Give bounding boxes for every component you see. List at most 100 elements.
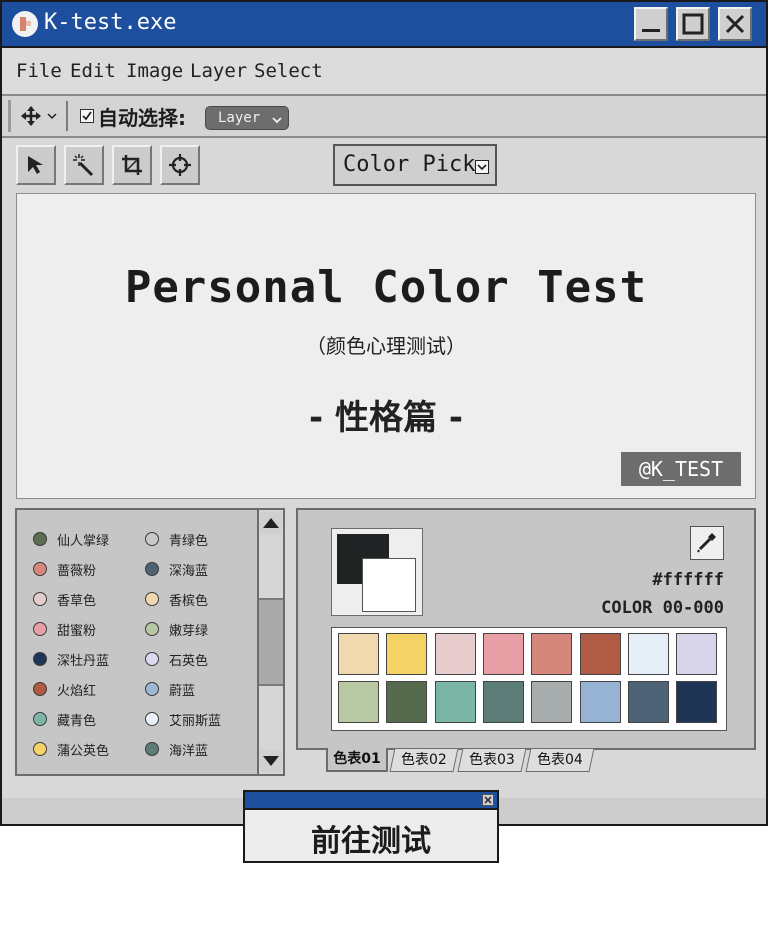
minimize-button[interactable] xyxy=(634,7,668,41)
dialog-close-button[interactable] xyxy=(482,794,494,806)
background-color-swatch[interactable] xyxy=(362,558,416,612)
scroll-thumb[interactable] xyxy=(259,598,283,686)
close-icon xyxy=(484,796,492,804)
menu-image[interactable]: Image xyxy=(126,60,183,82)
color-swatch[interactable] xyxy=(386,681,428,723)
color-swatch[interactable] xyxy=(676,681,718,723)
color-swatch[interactable] xyxy=(579,681,621,723)
target-tool-button[interactable] xyxy=(160,145,200,185)
color-name: 蒲公英色 xyxy=(57,744,110,759)
color-list-panel: 仙人掌绿 青绿色蔷薇粉 深海蓝香草色 香槟色甜蜜粉 嫩芽绿深牡丹蓝 石英色火焰红 蔚蓝藏青色… xyxy=(15,508,285,776)
color-list-item[interactable]: 火焰红 xyxy=(33,679,143,701)
part-title: - 性格篇 - xyxy=(309,398,463,438)
color-dot xyxy=(33,592,47,606)
app-window: K-test.exe File Edit Image Layer Select … xyxy=(0,0,768,826)
magic-wand-button[interactable] xyxy=(64,145,104,185)
close-button[interactable] xyxy=(718,7,752,41)
maximize-button[interactable] xyxy=(676,7,710,41)
arrow-tool-button[interactable] xyxy=(16,145,56,185)
color-list-item[interactable]: 香草色 xyxy=(33,589,143,611)
color-name: 海洋蓝 xyxy=(169,744,209,759)
scrollbar[interactable] xyxy=(257,510,283,774)
move-tool-icon[interactable] xyxy=(20,105,60,127)
color-list-item[interactable]: 青绿色 xyxy=(145,529,255,551)
color-dot xyxy=(145,742,159,756)
color-name: 蔷薇粉 xyxy=(57,564,97,579)
color-list-item[interactable]: 香槟色 xyxy=(145,589,255,611)
triangle-down-icon xyxy=(263,756,279,766)
menu-select[interactable]: Select xyxy=(254,60,323,82)
color-list-item[interactable]: 蒲公英色 xyxy=(33,739,143,761)
window-title: K-test.exe xyxy=(44,10,177,35)
color-name: 艾丽斯蓝 xyxy=(169,714,222,729)
color-pick-checkbox[interactable] xyxy=(475,160,489,174)
color-dot xyxy=(145,712,159,726)
color-swatch[interactable] xyxy=(338,681,379,723)
color-dot xyxy=(145,532,159,546)
tab-palette-01[interactable]: 色表01 xyxy=(326,748,388,772)
color-dot xyxy=(145,652,159,666)
color-list-item[interactable]: 仙人掌绿 xyxy=(33,529,143,551)
tab-palette-04[interactable]: 色表04 xyxy=(525,748,595,772)
color-list-item[interactable]: 石英色 xyxy=(145,649,255,671)
color-dot xyxy=(33,682,47,696)
chevron-down-icon xyxy=(272,117,282,124)
layer-dropdown[interactable]: Layer xyxy=(205,106,289,130)
color-swatch[interactable] xyxy=(434,633,476,675)
color-swatch[interactable] xyxy=(386,633,428,675)
color-name: 蔚蓝 xyxy=(169,684,196,699)
color-dot xyxy=(33,652,47,666)
auto-select-checkbox[interactable] xyxy=(80,109,94,123)
color-dot xyxy=(33,622,47,636)
color-list-item[interactable]: 深海蓝 xyxy=(145,559,255,581)
color-swatch[interactable] xyxy=(627,681,669,723)
eyedropper-button[interactable] xyxy=(690,526,724,560)
color-list-item[interactable]: 嫩芽绿 xyxy=(145,619,255,641)
color-list-item[interactable]: 海洋蓝 xyxy=(145,739,255,761)
color-list-item[interactable]: 蔷薇粉 xyxy=(33,559,143,581)
color-list-item[interactable]: 蔚蓝 xyxy=(145,679,255,701)
menu-layer[interactable]: Layer xyxy=(190,60,247,82)
color-code: COLOR 00-000 xyxy=(601,598,724,618)
color-name: 香草色 xyxy=(57,594,97,609)
color-swatch[interactable] xyxy=(531,681,573,723)
menu-file[interactable]: File xyxy=(16,60,62,82)
color-name: 仙人掌绿 xyxy=(57,534,110,549)
scroll-up-button[interactable] xyxy=(260,512,282,534)
color-list-item[interactable]: 深牡丹蓝 xyxy=(33,649,143,671)
toolbar-separator xyxy=(66,101,68,131)
go-to-test-dialog[interactable]: 前往测试 xyxy=(243,790,499,863)
color-swatch[interactable] xyxy=(482,633,524,675)
tab-palette-03[interactable]: 色表03 xyxy=(457,748,527,772)
crop-tool-button[interactable] xyxy=(112,145,152,185)
color-name: 深牡丹蓝 xyxy=(57,654,110,669)
tab-label: 色表03 xyxy=(469,752,515,768)
tab-palette-02[interactable]: 色表02 xyxy=(389,748,459,772)
color-name: 香槟色 xyxy=(169,594,209,609)
color-list-item[interactable]: 艾丽斯蓝 xyxy=(145,709,255,731)
color-swatch[interactable] xyxy=(627,633,669,675)
color-list-item[interactable]: 藏青色 xyxy=(33,709,143,731)
color-list-item[interactable]: 甜蜜粉 xyxy=(33,619,143,641)
color-name: 火焰红 xyxy=(57,684,97,699)
minimize-icon xyxy=(642,29,660,32)
color-swatch[interactable] xyxy=(676,633,718,675)
color-swatch[interactable] xyxy=(338,633,379,675)
tab-label: 色表04 xyxy=(537,752,583,768)
canvas-area: Personal Color Test （颜色心理测试） - 性格篇 - @K_… xyxy=(16,193,756,499)
swatch-grid xyxy=(331,627,727,731)
dialog-title-bar xyxy=(245,792,497,810)
color-swatch[interactable] xyxy=(434,681,476,723)
menu-edit[interactable]: Edit xyxy=(70,60,116,82)
color-name: 石英色 xyxy=(169,654,209,669)
chevron-down-icon xyxy=(477,164,487,171)
toolbar-grip[interactable] xyxy=(8,100,11,132)
color-swatch[interactable] xyxy=(531,633,573,675)
color-pick-mode-dropdown[interactable]: Color Pick xyxy=(333,144,497,186)
go-to-test-button[interactable]: 前往测试 xyxy=(245,816,497,860)
color-swatch[interactable] xyxy=(482,681,524,723)
scroll-down-button[interactable] xyxy=(260,750,282,772)
color-swatch[interactable] xyxy=(579,633,621,675)
magic-wand-icon xyxy=(73,154,94,177)
author-handle-badge: @K_TEST xyxy=(621,452,741,486)
